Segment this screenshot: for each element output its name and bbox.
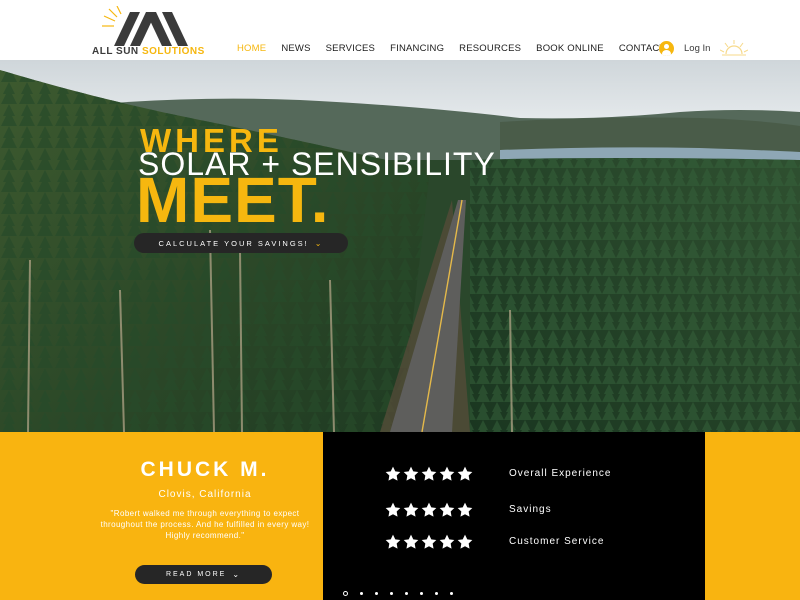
login-button[interactable]: Log In	[659, 41, 710, 56]
brand-name: ALL SUN SOLUTIONS	[92, 46, 205, 57]
hero-heading-line3: MEET.	[136, 164, 330, 236]
nav-item-news[interactable]: NEWS	[281, 43, 310, 54]
star-icon	[421, 466, 437, 481]
main-nav: HOME NEWS SERVICES FINANCING RESOURCES B…	[237, 43, 680, 54]
site-header: ALL SUN SOLUTIONS HOME NEWS SERVICES FIN…	[0, 0, 800, 60]
slider-dot[interactable]	[450, 592, 453, 595]
nav-item-financing[interactable]: FINANCING	[390, 43, 444, 54]
star-icon	[457, 502, 473, 517]
login-label: Log In	[684, 43, 711, 54]
star-icon	[403, 502, 419, 517]
slider-pagination	[343, 591, 453, 596]
slider-dot[interactable]	[390, 592, 393, 595]
brand-name-part2: SOLUTIONS	[141, 46, 205, 57]
star-icon	[457, 466, 473, 481]
nav-item-book-online[interactable]: BOOK ONLINE	[536, 43, 604, 54]
forest-road-image	[0, 60, 800, 432]
star-icon	[439, 466, 455, 481]
star-icon	[439, 502, 455, 517]
star-rating	[385, 534, 473, 550]
rating-row-overall: Overall Experience	[385, 466, 610, 482]
star-icon	[385, 466, 401, 481]
rating-label-overall: Overall Experience	[509, 468, 612, 479]
nav-item-home[interactable]: HOME	[237, 43, 266, 54]
rating-label-customer-service: Customer Service	[509, 536, 605, 547]
hero-section: WHERE SOLAR + SENSIBILITY MEET. CALCULAT…	[0, 60, 800, 432]
slider-dot[interactable]	[360, 592, 363, 595]
nav-item-resources[interactable]: RESOURCES	[459, 43, 521, 54]
star-icon	[457, 534, 473, 549]
rating-label-savings: Savings	[509, 504, 552, 515]
ratings-panel: Overall Experience Savings Customer Serv…	[323, 432, 705, 600]
sun-decoration-icon	[720, 40, 748, 56]
brand-logo[interactable]: ALL SUN SOLUTIONS	[92, 6, 222, 58]
logo-mark-icon	[102, 6, 188, 46]
calculate-savings-button[interactable]: CALCULATE YOUR SAVINGS! ⌄	[134, 233, 348, 253]
slider-dot[interactable]	[343, 591, 348, 596]
star-icon	[385, 534, 401, 549]
testimonial-panel: CHUCK M. Clovis, California "Robert walk…	[0, 432, 323, 600]
star-icon	[385, 502, 401, 517]
chevron-down-icon: ⌄	[314, 238, 324, 248]
calculate-savings-label: CALCULATE YOUR SAVINGS!	[158, 238, 309, 248]
star-rating	[385, 502, 473, 518]
chevron-down-icon: ⌄	[232, 570, 242, 579]
star-icon	[421, 534, 437, 549]
star-rating	[385, 466, 473, 482]
star-icon	[403, 466, 419, 481]
slider-dot[interactable]	[420, 592, 423, 595]
user-avatar-icon	[659, 41, 674, 56]
star-icon	[403, 534, 419, 549]
slider-dot[interactable]	[375, 592, 378, 595]
accent-panel	[705, 432, 800, 600]
read-more-button[interactable]: READ MORE ⌄	[135, 565, 272, 584]
star-icon	[421, 502, 437, 517]
slider-dot[interactable]	[435, 592, 438, 595]
rating-row-savings: Savings	[385, 502, 551, 518]
read-more-label: READ MORE	[165, 571, 227, 578]
rating-row-customer-service: Customer Service	[385, 534, 603, 550]
star-icon	[439, 534, 455, 549]
slider-dot[interactable]	[405, 592, 408, 595]
nav-item-services[interactable]: SERVICES	[326, 43, 375, 54]
testimonial-quote: "Robert walked me through everything to …	[100, 509, 310, 540]
brand-name-part1: ALL SUN	[92, 46, 142, 57]
